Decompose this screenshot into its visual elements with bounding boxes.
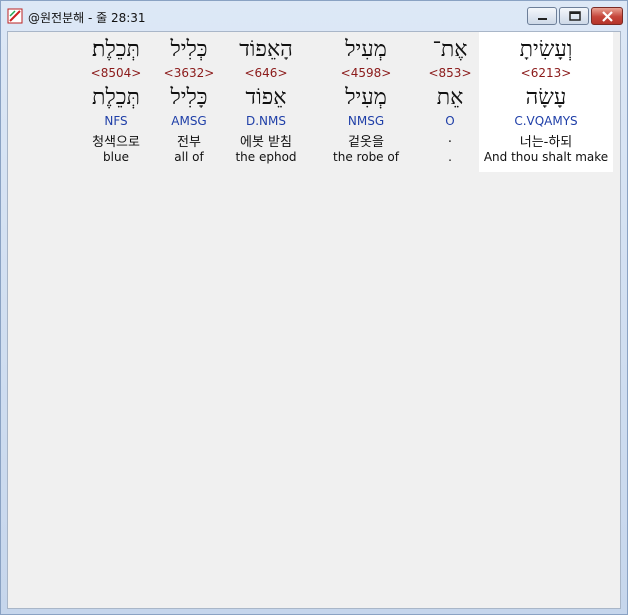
hebrew-word: אֶת־ [432,37,468,62]
parsing-code: NFS [104,114,128,128]
hebrew-lemma: אֵפוֹד [245,85,287,110]
english-gloss: the robe of [333,150,399,164]
app-window: @원전분해 - 줄 28:31 וְעָשִׂיתָ <6213> עָשָׂה… [0,0,628,615]
close-button[interactable] [591,7,623,25]
strong-number[interactable]: <853> [420,66,480,80]
strong-number[interactable]: <8504> [80,66,152,80]
strong-number[interactable]: <6213> [479,66,613,80]
korean-gloss: 에봇 받침 [240,135,292,150]
hebrew-word: תְּכֵלֶת׃ [92,37,140,62]
maximize-button[interactable] [559,7,589,25]
hebrew-word: כְּלִיל [170,37,208,62]
english-gloss: . [448,150,452,164]
english-gloss: And thou shalt make [483,150,609,164]
strong-number[interactable]: <4598> [326,66,406,80]
english-gloss: all of [174,150,204,164]
hebrew-lemma: כָּלִיל [170,85,208,110]
hebrew-word: וְעָשִׂיתָ [519,37,573,62]
hebrew-lemma: מְעִיל [345,85,387,110]
parsing-code: C.VQAMYS [514,114,578,128]
window-title: @원전분해 - 줄 28:31 [28,11,146,25]
hebrew-word: מְעִיל [345,37,387,62]
close-icon [602,11,613,22]
restore-icon [569,11,581,21]
analysis-pane: וְעָשִׂיתָ <6213> עָשָׂה C.VQAMYS 너는-하되 … [7,31,621,609]
parsing-code: NMSG [347,114,385,128]
hebrew-lemma: אֵת [436,85,464,110]
parsing-code: AMSG [171,114,207,128]
parsing-code: D.NMS [245,114,286,128]
hebrew-word: הָאֵפוֹד [239,37,293,62]
korean-gloss: 전부 [177,135,201,150]
english-gloss: the ephod [235,150,297,164]
hebrew-lemma: עָשָׂה [525,85,567,110]
parsing-code: O [445,114,455,128]
strong-number[interactable]: <3632> [158,66,220,80]
english-gloss: blue [103,150,129,164]
korean-gloss: 너는-하되 [519,135,573,150]
minimize-icon [538,18,547,20]
minimize-button[interactable] [527,7,557,25]
korean-gloss: 청색으로 [92,135,140,150]
title-bar[interactable]: @원전분해 - 줄 28:31 [1,1,627,31]
strong-number[interactable]: <646> [226,66,306,80]
app-icon[interactable] [7,8,23,24]
korean-gloss: 겉옷을 [348,135,384,150]
korean-gloss: . [447,131,453,146]
hebrew-lemma: תְּכֵלֶת [92,85,140,110]
